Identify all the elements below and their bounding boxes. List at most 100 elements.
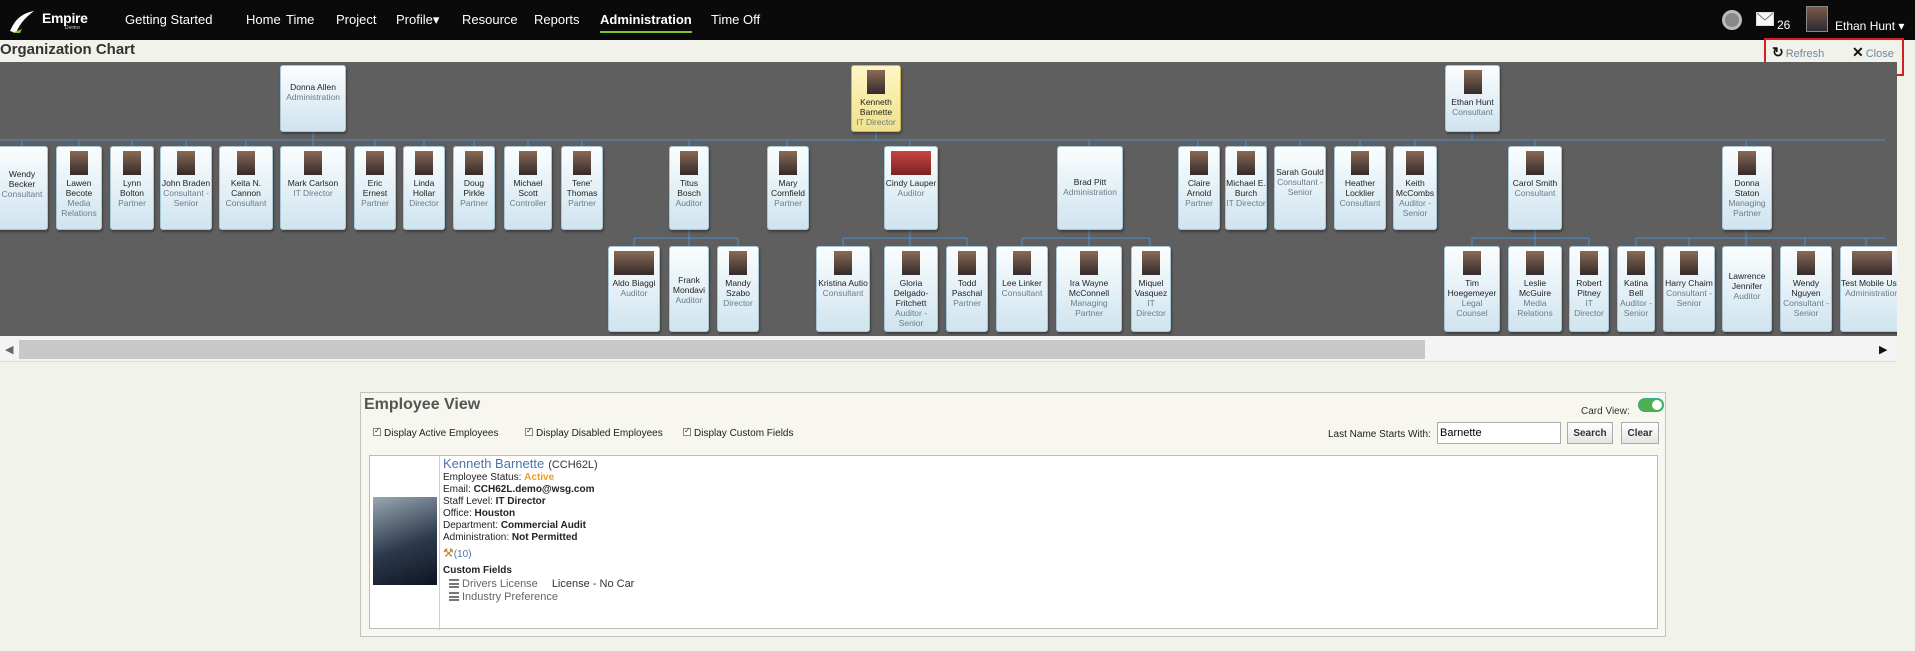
org-node[interactable]: Keith McCombs Auditor - Senior: [1393, 146, 1437, 230]
node-name: Michael E. Burch: [1226, 178, 1266, 198]
email-value: CCH62L.demo@wsg.com: [473, 484, 595, 495]
empire-logo[interactable]: Empire Demo: [8, 3, 88, 37]
node-title: Consultant: [225, 198, 267, 208]
org-chart-title: Organization Chart: [0, 41, 136, 58]
org-node[interactable]: Lawrence Jennifer Auditor: [1722, 246, 1772, 332]
org-node[interactable]: Mandy Szabo Director: [717, 246, 759, 332]
org-node[interactable]: Leslie McGuire Media Relations: [1508, 246, 1562, 332]
org-node[interactable]: Carol Smith Consultant: [1508, 146, 1562, 230]
card-view-toggle[interactable]: [1638, 398, 1664, 412]
org-node[interactable]: Sarah Gould Consultant - Senior: [1274, 146, 1326, 230]
department-label: Department:: [443, 520, 499, 531]
org-node[interactable]: Linda Hollar Director: [403, 146, 445, 230]
node-title: Consultant: [1001, 288, 1043, 298]
search-button[interactable]: Search: [1567, 422, 1613, 444]
org-node[interactable]: Titus Bosch Auditor: [669, 146, 709, 230]
custom-field-row[interactable]: Drivers License License - No Car: [449, 578, 634, 590]
last-name-input[interactable]: [1437, 422, 1561, 444]
settings-gear-icon[interactable]: [1722, 10, 1742, 30]
close-label: Close: [1865, 48, 1894, 60]
org-node[interactable]: Test Mobile UserAdministration: [1840, 246, 1897, 332]
avatar: [123, 151, 141, 175]
org-node[interactable]: Wendy Becker Consultant: [0, 146, 48, 230]
scroll-right-arrow-icon[interactable]: ▶: [1879, 343, 1887, 356]
avatar: [1142, 251, 1160, 275]
org-node[interactable]: Ethan Hunt Consultant: [1445, 65, 1500, 132]
node-title: IT Director: [1574, 298, 1604, 318]
org-node[interactable]: Katina Bell Auditor - Senior: [1617, 246, 1655, 332]
org-node[interactable]: Cindy Lauper Auditor: [884, 146, 938, 230]
tools-count-link[interactable]: (10): [454, 549, 472, 560]
close-button[interactable]: ✕ Close: [1852, 44, 1894, 61]
org-node[interactable]: Frank Mondavi Auditor: [669, 246, 709, 332]
org-node-selected[interactable]: Kenneth Barnette IT Director: [851, 65, 901, 132]
org-node[interactable]: Donna Staton Managing Partner: [1722, 146, 1772, 230]
nav-resource[interactable]: Resource: [462, 12, 518, 27]
node-name: Doug Pirkle: [463, 178, 485, 198]
org-node[interactable]: Miquel Vasquez IT Director: [1131, 246, 1171, 332]
node-name: Kenneth Barnette: [859, 97, 893, 117]
org-node[interactable]: Claire Arnold Partner: [1178, 146, 1220, 230]
org-node[interactable]: Michael Scott Controller: [504, 146, 552, 230]
refresh-button[interactable]: ↻ Refresh: [1772, 44, 1824, 61]
org-node[interactable]: Todd Paschal Partner: [946, 246, 988, 332]
org-node[interactable]: Ira Wayne McConnell Managing Partner: [1056, 246, 1122, 332]
nav-profile[interactable]: Profile▾: [396, 12, 439, 28]
user-menu[interactable]: Ethan Hunt ▾: [1835, 19, 1904, 33]
org-node[interactable]: Eric Ernest Partner: [354, 146, 396, 230]
node-name: Claire Arnold: [1186, 178, 1212, 198]
org-node[interactable]: Robert Pitney IT Director: [1569, 246, 1609, 332]
org-node[interactable]: Aldo Biaggi Auditor: [608, 246, 660, 332]
org-node[interactable]: Michael E. Burch IT Director: [1225, 146, 1267, 230]
node-title: Partner: [460, 198, 488, 208]
node-title: Auditor: [675, 295, 703, 305]
nav-project[interactable]: Project: [336, 12, 376, 27]
org-node[interactable]: Heather Locklier Consultant: [1334, 146, 1386, 230]
org-node[interactable]: Gloria Delgado-Fritchett Auditor - Senior: [884, 246, 938, 332]
nav-home[interactable]: Home: [246, 12, 281, 27]
org-node[interactable]: John Braden Consultant - Senior: [160, 146, 212, 230]
org-chart-canvas[interactable]: Donna Allen Administration Kenneth Barnet…: [0, 62, 1897, 336]
org-node[interactable]: Lee Linker Consultant: [996, 246, 1048, 332]
nav-administration[interactable]: Administration: [600, 12, 692, 33]
nav-time[interactable]: Time: [286, 12, 314, 27]
org-node[interactable]: Brad Pitt Administration: [1057, 146, 1123, 230]
display-active-checkbox[interactable]: Display Active Employees: [373, 426, 499, 439]
mail-icon[interactable]: [1756, 12, 1774, 26]
org-node[interactable]: Lawen Becote Media Relations: [56, 146, 102, 230]
org-node[interactable]: Tene' Thomas Partner: [561, 146, 603, 230]
custom-field-row[interactable]: Industry Preference: [449, 591, 634, 603]
org-node[interactable]: Lynn Bolton Partner: [110, 146, 154, 230]
user-avatar[interactable]: [1806, 6, 1828, 32]
chart-horizontal-scrollbar[interactable]: ◀ ▶: [0, 337, 1897, 362]
node-title: Consultant: [1514, 188, 1556, 198]
scroll-left-arrow-icon[interactable]: ◀: [5, 343, 13, 356]
org-node[interactable]: Harry Chaim Consultant - Senior: [1663, 246, 1715, 332]
custom-field-label: Drivers License: [462, 578, 538, 590]
nav-time-off[interactable]: Time Off: [711, 12, 760, 27]
org-node[interactable]: Kristina Autio Consultant: [816, 246, 870, 332]
node-name: Keita N. Cannon: [230, 178, 262, 198]
org-node[interactable]: Keita N. Cannon Consultant: [219, 146, 273, 230]
display-disabled-checkbox[interactable]: Display Disabled Employees: [525, 426, 663, 439]
org-node[interactable]: Mary Cornfield Partner: [767, 146, 809, 230]
nav-reports[interactable]: Reports: [534, 12, 580, 27]
org-node[interactable]: Tim Hoegemeyer Legal Counsel: [1444, 246, 1500, 332]
node-name: Kristina Autio: [818, 278, 868, 288]
clear-button[interactable]: Clear: [1621, 422, 1659, 444]
org-node[interactable]: Doug Pirkle Partner: [453, 146, 495, 230]
org-node[interactable]: Mark Carlson IT Director: [280, 146, 346, 230]
org-node[interactable]: Wendy Nguyen Consultant - Senior: [1780, 246, 1832, 332]
employee-name-link[interactable]: Kenneth Barnette: [443, 456, 544, 471]
display-custom-fields-checkbox[interactable]: Display Custom Fields: [683, 426, 793, 439]
node-title: Media Relations: [1517, 298, 1553, 318]
avatar: [614, 251, 654, 275]
avatar: [680, 151, 698, 175]
node-name: Lee Linker: [1002, 278, 1042, 288]
nav-getting-started[interactable]: Getting Started: [125, 12, 212, 27]
tools-icon[interactable]: ⚒: [443, 546, 454, 560]
node-title: Consultant: [822, 288, 864, 298]
scrollbar-thumb[interactable]: [19, 340, 1425, 359]
org-node[interactable]: Donna Allen Administration: [280, 65, 346, 132]
avatar: [415, 151, 433, 175]
